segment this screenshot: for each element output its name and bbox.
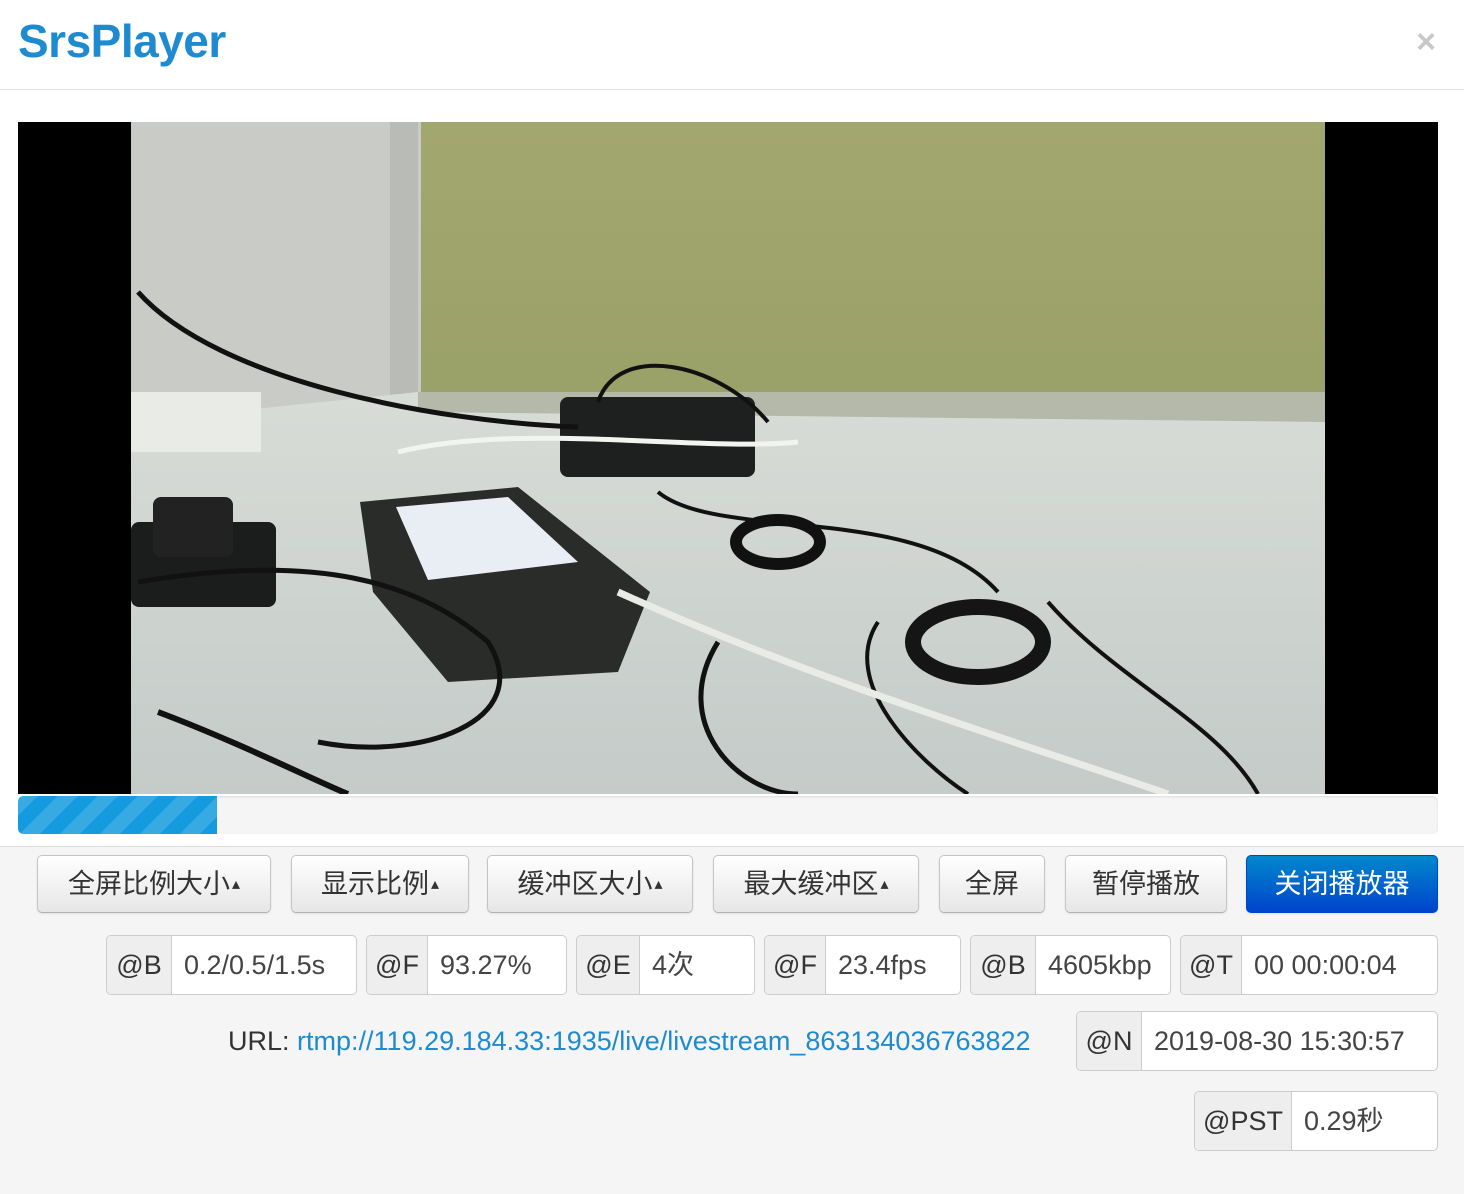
stream-url-link[interactable]: rtmp://119.29.184.33:1935/live/livestrea… (297, 1026, 1031, 1056)
stat-key: @PST (1195, 1092, 1292, 1150)
stat-key: @F (367, 936, 428, 994)
close-icon[interactable]: × (1410, 22, 1442, 62)
stat-pst: @PST 0.29秒 (1194, 1091, 1438, 1151)
stat-fps: @F 23.4fps (764, 935, 961, 995)
pause-button[interactable]: 暂停播放 (1065, 855, 1227, 913)
display-ratio-label: 显示比例 (320, 869, 429, 899)
control-bar: 全屏比例大小 ▴ 显示比例 ▴ 缓冲区大小 ▴ 最大缓冲区 ▴ 全屏 暂停播放 关闭播放… (0, 846, 1464, 1194)
stat-value: 4次 (652, 950, 695, 980)
stat-value: 23.4fps (838, 950, 927, 980)
buffer-size-button[interactable]: 缓冲区大小 ▴ (487, 855, 693, 913)
close-player-button[interactable]: 关闭播放器 (1246, 855, 1438, 913)
max-buffer-button[interactable]: 最大缓冲区 ▴ (713, 855, 919, 913)
stat-key: @B (971, 936, 1036, 994)
caret-up-icon: ▴ (654, 876, 663, 893)
max-buffer-label: 最大缓冲区 (743, 869, 879, 899)
stat-value: 93.27% (440, 950, 532, 980)
stat-key: @B (107, 936, 172, 994)
fullscreen-button[interactable]: 全屏 (939, 855, 1045, 913)
stat-key: @E (577, 936, 640, 994)
stat-value: 0.2/0.5/1.5s (184, 950, 326, 980)
stat-key: @T (1181, 936, 1242, 994)
stat-value: 00 00:00:04 (1254, 950, 1397, 980)
stat-value: 2019-08-30 15:30:57 (1154, 1026, 1405, 1056)
url-label: URL: (228, 1026, 290, 1056)
display-ratio-button[interactable]: 显示比例 ▴ (291, 855, 469, 913)
stat-fps-ratio: @F 93.27% (366, 935, 567, 995)
caret-up-icon: ▴ (231, 876, 241, 893)
caret-up-icon: ▴ (430, 876, 440, 893)
stat-key: @N (1077, 1012, 1142, 1070)
stat-buffer: @B 0.2/0.5/1.5s (106, 935, 357, 995)
video-frame (18, 122, 1438, 794)
caret-up-icon: ▴ (880, 876, 889, 893)
stat-time: @T 00 00:00:04 (1180, 935, 1438, 995)
srs-player-modal: SrsPlayer × 全屏比例大小 ▴ 显示比例 ▴ 缓冲区大小 ▴ 最大缓冲… (0, 0, 1464, 1194)
buffer-progress-bar (18, 796, 1438, 834)
app-title: SrsPlayer (18, 15, 226, 67)
stat-bitrate: @B 4605kbp (970, 935, 1171, 995)
video-display[interactable] (18, 122, 1438, 794)
stat-errors: @E 4次 (576, 935, 755, 995)
buffer-size-label: 缓冲区大小 (517, 869, 653, 899)
stat-now: @N 2019-08-30 15:30:57 (1076, 1011, 1438, 1071)
stream-url-row: URL: rtmp://119.29.184.33:1935/live/live… (228, 1021, 1031, 1061)
modal-header: SrsPlayer × (0, 0, 1464, 90)
fullscreen-ratio-label: 全屏比例大小 (67, 869, 230, 899)
stat-value: 0.29秒 (1304, 1106, 1384, 1136)
buffer-progress-fill (18, 796, 217, 834)
stat-value: 4605kbp (1048, 950, 1152, 980)
stat-key: @F (765, 936, 826, 994)
fullscreen-ratio-button[interactable]: 全屏比例大小 ▴ (37, 855, 271, 913)
